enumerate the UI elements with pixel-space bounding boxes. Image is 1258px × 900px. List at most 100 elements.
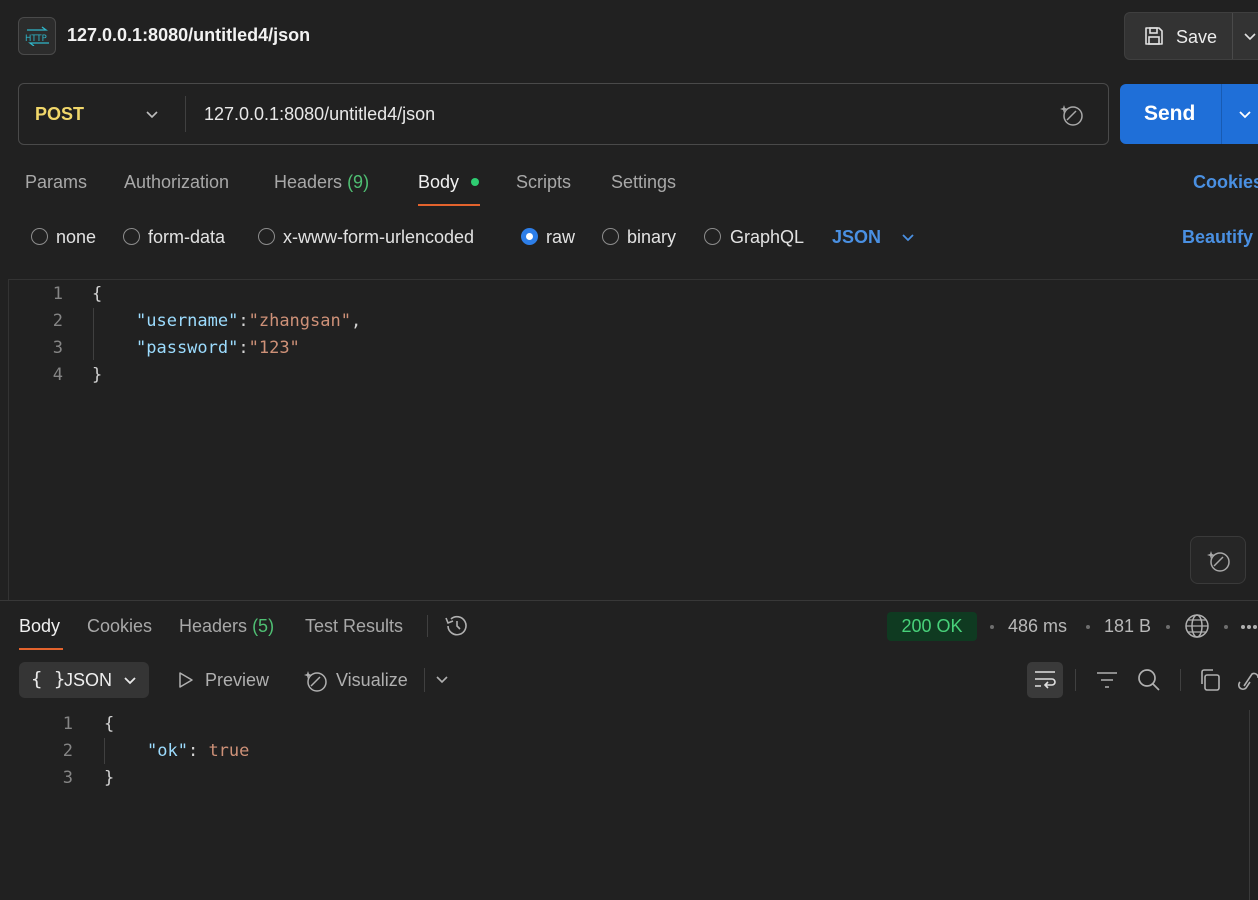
response-tab-headers[interactable]: Headers (5) — [179, 616, 274, 637]
code-line: } — [104, 768, 115, 788]
tab-divider — [427, 615, 428, 637]
line-number: 4 — [52, 365, 63, 385]
chevron-down-icon[interactable] — [145, 107, 159, 121]
send-label: Send — [1144, 102, 1196, 125]
response-toolbar: { } JSON Preview Visualize — [0, 660, 1258, 700]
json-key: "ok" — [147, 741, 188, 761]
radio-graphql[interactable] — [704, 228, 721, 245]
save-label: Save — [1176, 27, 1218, 47]
url-bar: POST 127.0.0.1:8080/untitled4/json — [18, 83, 1109, 145]
history-icon[interactable] — [444, 614, 470, 638]
json-colon: : — [187, 741, 209, 761]
radio-form-data[interactable] — [123, 228, 140, 245]
radio-none-label[interactable]: none — [56, 227, 96, 248]
json-key: "username" — [136, 311, 239, 331]
method-select[interactable]: POST — [35, 104, 84, 125]
link-icon[interactable] — [1238, 668, 1258, 692]
tab-body[interactable]: Body — [418, 172, 459, 193]
filter-icon[interactable] — [1096, 669, 1118, 691]
response-tab-test-results[interactable]: Test Results — [305, 616, 403, 637]
code-line: "password":"123" — [136, 338, 300, 358]
beautify-link[interactable]: Beautify — [1182, 227, 1253, 248]
json-string-value: "zhangsan" — [248, 311, 351, 331]
radio-binary-label[interactable]: binary — [627, 227, 676, 248]
code-line: "username":"zhangsan", — [136, 311, 361, 331]
url-input[interactable]: 127.0.0.1:8080/untitled4/json — [204, 104, 435, 125]
radio-binary[interactable] — [602, 228, 619, 245]
send-divider — [1221, 84, 1222, 144]
meta-separator — [990, 625, 994, 629]
vertical-scrollbar[interactable] — [1249, 710, 1258, 900]
request-body-editor[interactable]: 1 2 3 4 { "username":"zhangsan", "passwo… — [8, 279, 1258, 600]
send-button[interactable]: Send — [1120, 84, 1258, 144]
language-select[interactable]: JSON — [832, 227, 881, 248]
meta-separator — [1086, 625, 1090, 629]
globe-icon[interactable] — [1184, 613, 1210, 639]
chevron-down-icon[interactable] — [1237, 106, 1253, 122]
json-comma: , — [350, 311, 362, 331]
response-tabs: Body Cookies Headers (5) Test Results 20… — [0, 603, 1258, 650]
radio-raw[interactable] — [521, 228, 538, 245]
response-format-label: JSON — [64, 670, 113, 690]
line-number: 1 — [52, 284, 63, 304]
code-line: { — [104, 714, 115, 734]
meta-separator — [1224, 625, 1228, 629]
status-badge[interactable]: 200 OK — [887, 612, 977, 641]
save-button[interactable]: Save — [1124, 12, 1258, 60]
tab-authorization[interactable]: Authorization — [124, 172, 229, 193]
cookies-link[interactable]: Cookies — [1193, 172, 1258, 193]
json-key: "password" — [136, 338, 239, 358]
wrap-lines-icon — [1035, 671, 1056, 689]
magic-wand-icon[interactable] — [1059, 102, 1085, 128]
line-number: 3 — [52, 338, 63, 358]
tab-settings[interactable]: Settings — [611, 172, 676, 193]
radio-urlencoded-label[interactable]: x-www-form-urlencoded — [283, 227, 474, 248]
wrap-lines-button[interactable] — [1027, 662, 1063, 698]
visualize-button[interactable]: Visualize — [336, 670, 408, 691]
more-options-icon[interactable] — [1240, 624, 1258, 630]
page-title: 127.0.0.1:8080/untitled4/json — [67, 25, 311, 45]
json-colon: : — [238, 311, 249, 331]
radio-none[interactable] — [31, 228, 48, 245]
tab-params[interactable]: Params — [25, 172, 87, 193]
response-tab-cookies[interactable]: Cookies — [87, 616, 152, 637]
radio-raw-label[interactable]: raw — [546, 227, 575, 248]
response-body-viewer[interactable]: 1 2 3 { "ok": true } — [0, 708, 1258, 900]
http-icon: HTTP — [18, 17, 56, 55]
code-line: } — [92, 365, 103, 385]
meta-separator — [1166, 625, 1170, 629]
pane-divider[interactable] — [0, 600, 1258, 601]
response-size[interactable]: 181 B — [1104, 616, 1151, 637]
braces-icon: { } — [31, 668, 66, 690]
response-headers-count-badge: (5) — [252, 616, 275, 636]
toolbar-divider — [1180, 669, 1181, 691]
tab-scripts[interactable]: Scripts — [516, 172, 571, 193]
url-divider — [185, 96, 186, 132]
json-boolean-value: true — [208, 741, 250, 761]
json-colon: : — [238, 338, 249, 358]
play-icon[interactable] — [177, 671, 195, 689]
line-number: 1 — [62, 714, 73, 734]
ai-assist-button[interactable] — [1190, 536, 1246, 584]
app-window: HTTP 127.0.0.1:8080/untitled4/json Save … — [0, 0, 1258, 900]
request-tabs: Params Authorization Headers (9) Body Sc… — [0, 162, 1258, 208]
response-time[interactable]: 486 ms — [1008, 616, 1067, 637]
tab-headers[interactable]: Headers (9) — [274, 172, 369, 193]
indent-guide — [104, 738, 105, 764]
copy-icon[interactable] — [1198, 668, 1222, 692]
chevron-down-icon[interactable] — [434, 674, 450, 686]
visualize-icon[interactable] — [303, 668, 329, 694]
chevron-down-icon[interactable] — [900, 231, 916, 245]
response-tab-body[interactable]: Body — [19, 616, 60, 637]
magic-wand-icon — [1207, 551, 1230, 572]
radio-form-data-label[interactable]: form-data — [148, 227, 225, 248]
radio-urlencoded[interactable] — [258, 228, 275, 245]
radio-graphql-label[interactable]: GraphQL — [730, 227, 804, 248]
chevron-down-icon[interactable] — [1243, 29, 1257, 43]
toolbar-divider — [424, 668, 425, 692]
response-format-select[interactable]: { } JSON — [19, 662, 149, 698]
preview-button[interactable]: Preview — [205, 670, 269, 691]
search-icon[interactable] — [1137, 668, 1161, 692]
active-tab-indicator — [19, 648, 63, 650]
indent-guide — [93, 308, 94, 360]
